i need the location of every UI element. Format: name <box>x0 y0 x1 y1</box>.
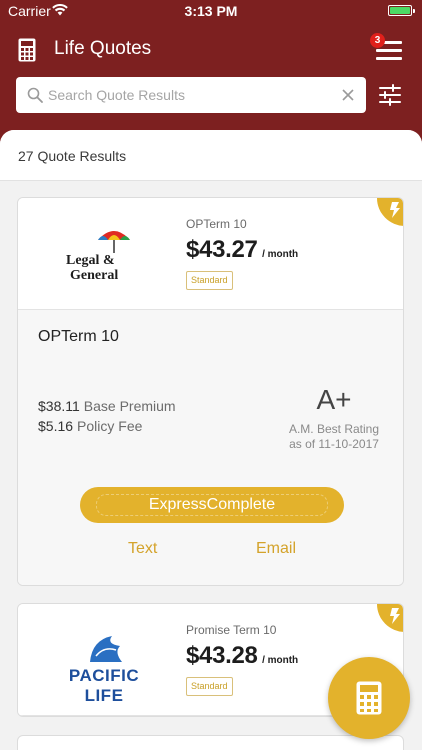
notification-badge: 3 <box>370 33 385 48</box>
per-month-label: / month <box>262 249 299 260</box>
rate-class-badge: Standard <box>186 677 233 696</box>
battery-icon <box>388 5 415 16</box>
express-complete-button[interactable]: ExpressComplete <box>80 487 344 523</box>
legal-and-general-logo: Legal & General <box>66 226 136 286</box>
rating-caption: A.M. Best Rating as of 11-10-2017 <box>288 422 380 451</box>
price-value: $43.27 <box>186 236 258 263</box>
quote-card-summary: Legal & General OPTerm 10 $43.27 / month… <box>18 198 403 310</box>
search-box <box>16 77 366 113</box>
clear-search-icon[interactable] <box>340 87 356 103</box>
status-time: 3:13 PM <box>184 3 238 19</box>
app-header: Carrier 3:13 PM Life Quotes 3 <box>0 0 422 150</box>
plan-label: OPTerm 10 <box>186 217 247 231</box>
price-value: $43.28 <box>186 642 258 669</box>
status-bar: Carrier 3:13 PM <box>0 0 422 22</box>
menu-button[interactable]: 3 <box>370 33 408 64</box>
app-title: Life Quotes <box>54 38 152 59</box>
lightning-icon <box>390 608 400 624</box>
calculator-icon <box>18 38 36 62</box>
results-count: 27 Quote Results <box>18 148 127 164</box>
quote-card[interactable] <box>17 735 404 750</box>
search-icon <box>27 87 43 103</box>
policy-fee-row: $5.16 Policy Fee <box>38 418 143 434</box>
pacific-life-logo: PACIFIC LIFE <box>50 632 158 705</box>
plan-label: Promise Term 10 <box>186 623 277 637</box>
results-header: 27 Quote Results <box>0 130 422 181</box>
monthly-price: $43.28 / month <box>186 642 298 670</box>
am-best-rating: A+ <box>316 384 352 415</box>
rate-class-badge: Standard <box>186 271 233 290</box>
lightning-icon <box>390 202 400 218</box>
calculator-icon <box>356 681 382 715</box>
per-month-label: / month <box>262 655 299 666</box>
email-link[interactable]: Email <box>256 540 296 558</box>
plan-name: OPTerm 10 <box>38 328 119 345</box>
quote-card[interactable]: Legal & General OPTerm 10 $43.27 / month… <box>17 197 404 586</box>
filter-sliders-icon[interactable] <box>378 84 402 106</box>
express-corner <box>377 198 403 226</box>
base-premium-row: $38.11 Base Premium <box>38 398 176 414</box>
text-link[interactable]: Text <box>128 540 157 558</box>
express-corner <box>377 604 403 632</box>
quote-card-details: OPTerm 10 $38.11 Base Premium $5.16 Policy… <box>18 310 403 585</box>
new-quote-fab[interactable] <box>328 657 410 739</box>
monthly-price: $43.27 / month <box>186 236 298 264</box>
search-input[interactable] <box>48 77 328 113</box>
